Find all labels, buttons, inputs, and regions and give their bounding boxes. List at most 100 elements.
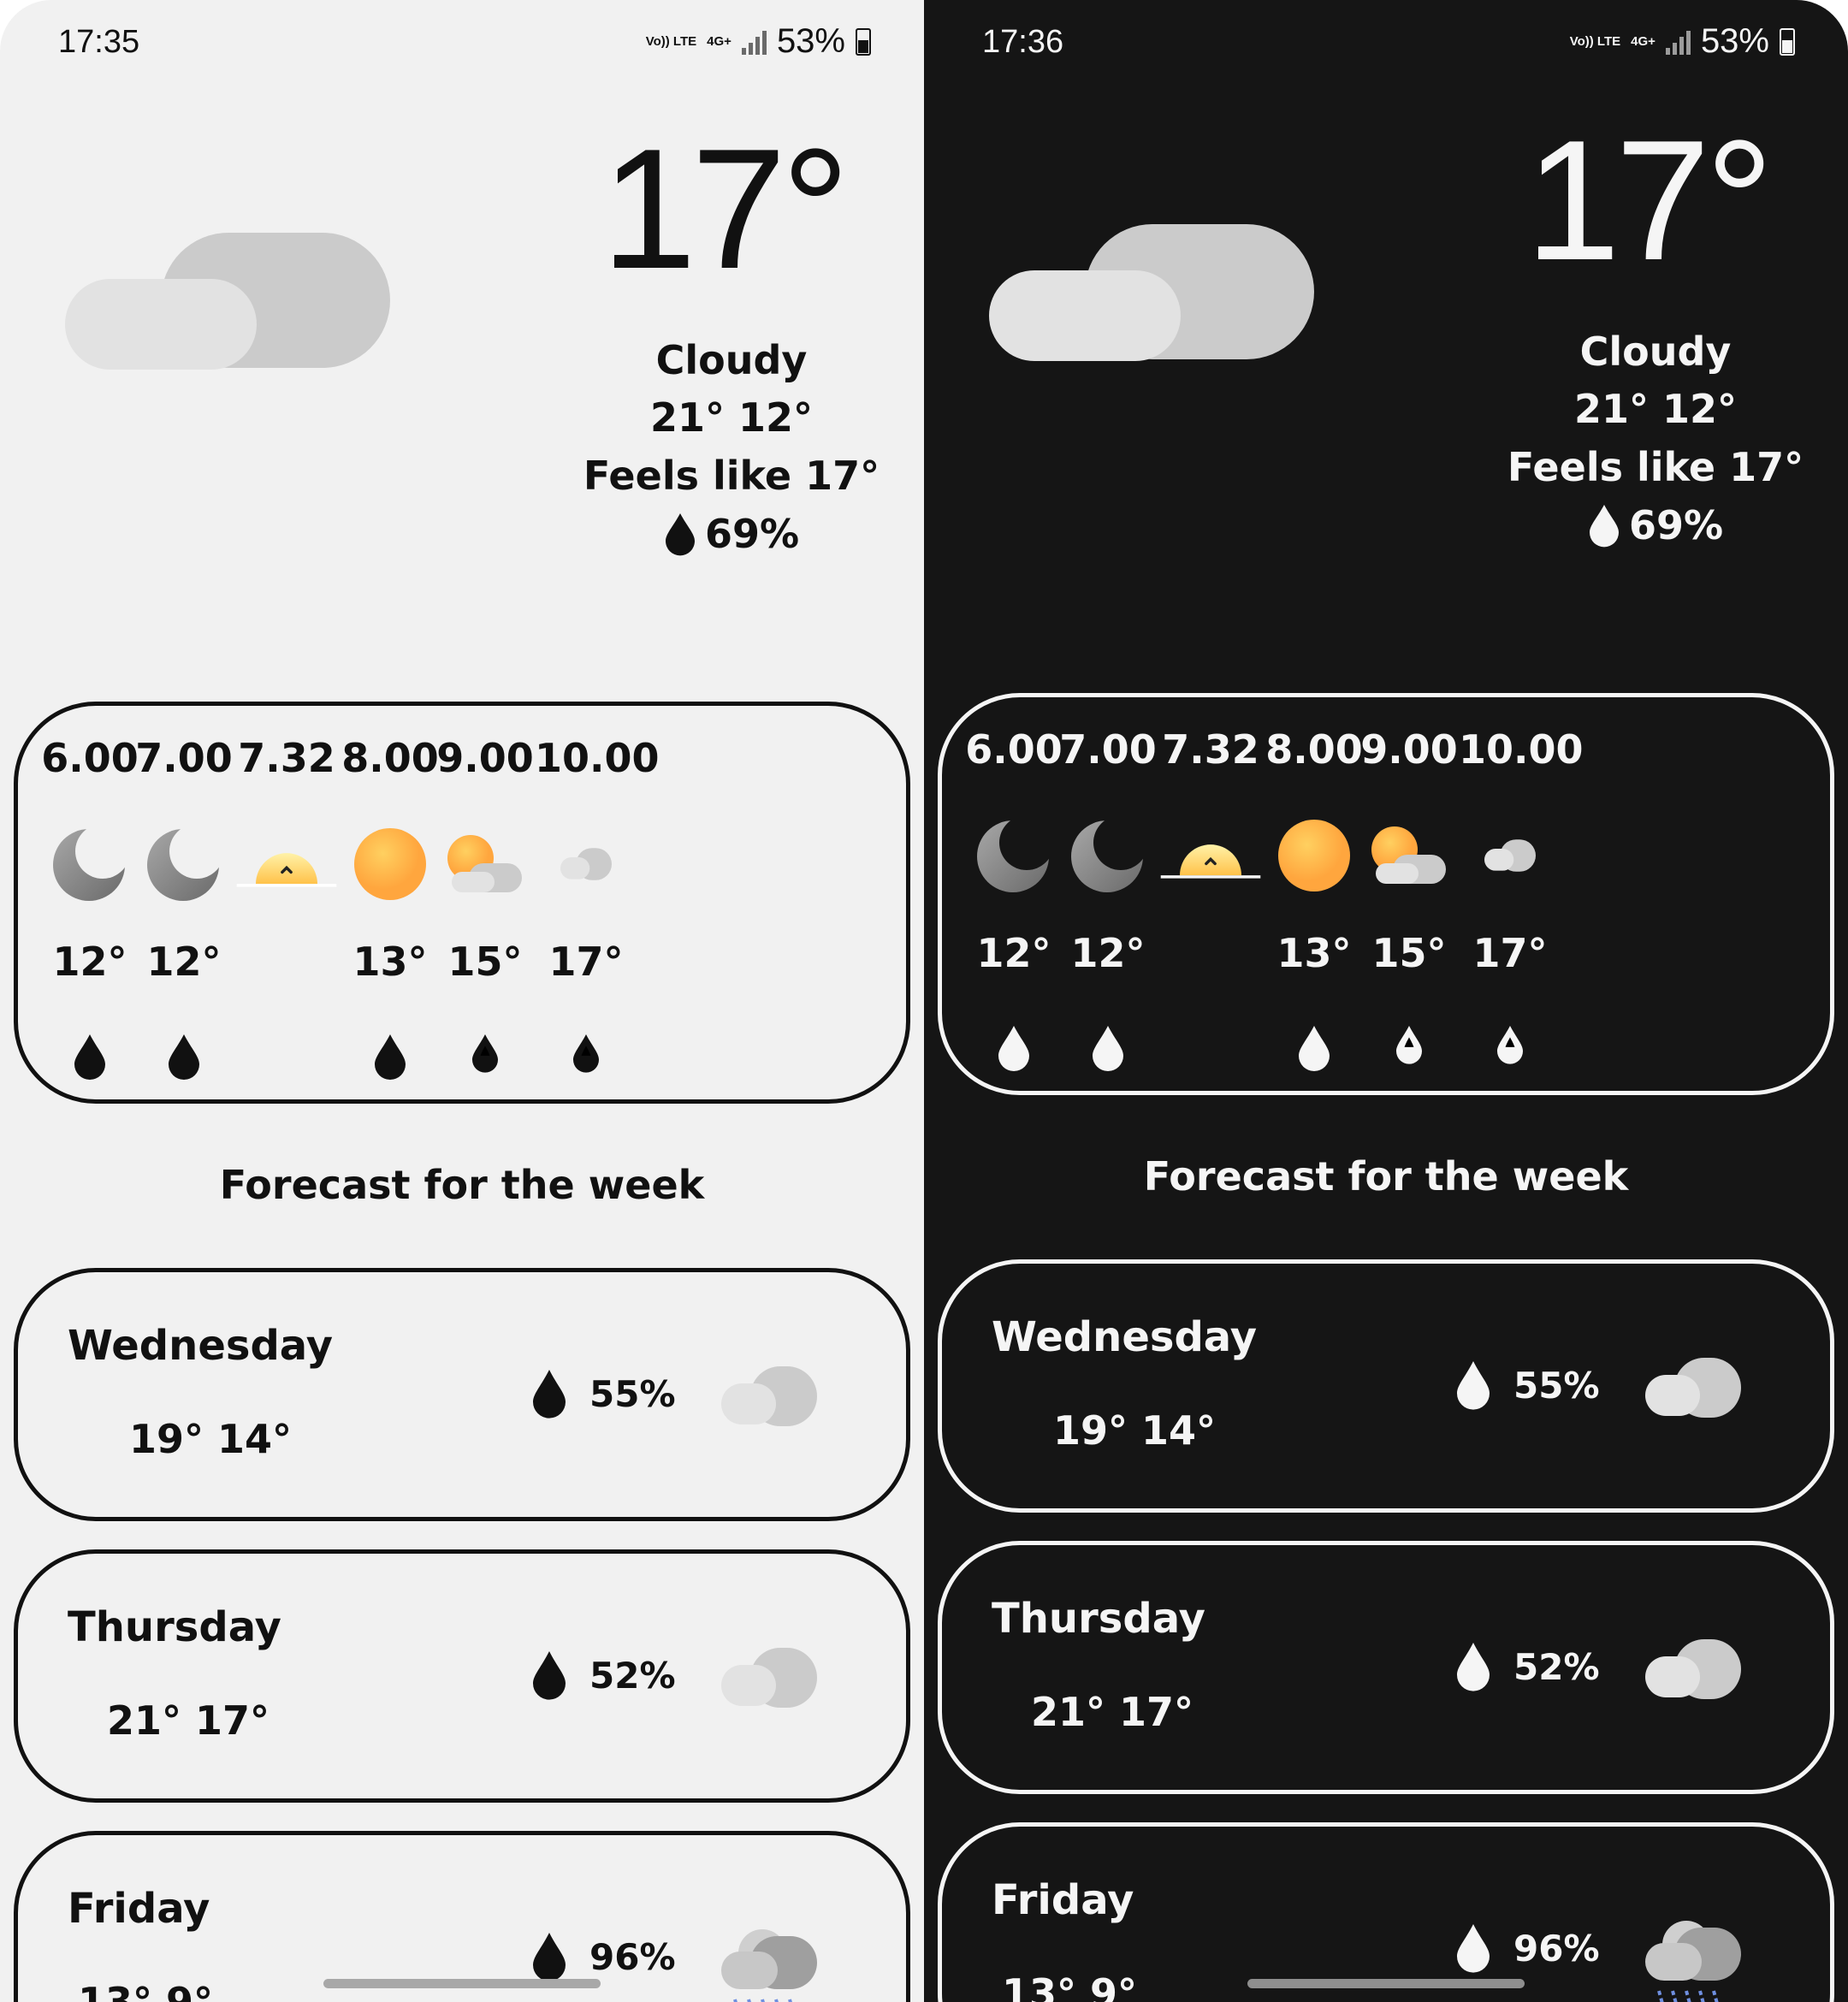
sunrise-icon — [1159, 813, 1262, 898]
hour-column: 9.00 15° — [434, 706, 536, 1099]
day-precipitation: 55% — [1455, 1359, 1600, 1411]
humidity: 69% — [1480, 496, 1831, 554]
hour-column: 6.00 12° — [38, 706, 141, 1099]
hour-time: 9.00 — [436, 735, 534, 781]
hour-column: 7.00 12° — [133, 706, 235, 1099]
day-precipitation: 52% — [1455, 1641, 1600, 1692]
droplet-icon — [1459, 1024, 1561, 1065]
day-name: Wednesday — [992, 1313, 1258, 1361]
day-card-thursday[interactable]: Thursday 21° 17° 52% — [14, 1549, 910, 1803]
status-bar-icons: Vo)) LTE 4G+ 53% — [646, 22, 871, 61]
current-high-low: 21° 12° — [1573, 386, 1738, 432]
hourly-forecast[interactable]: 6.00 12° 7.00 12° 7.32 8.00 13° 9.00 15°… — [938, 693, 1834, 1095]
day-temp-range: 21° 17° — [107, 1697, 270, 1744]
hour-column: 7.32 — [1159, 697, 1262, 1091]
status-time: 17:35 — [58, 24, 140, 60]
day-temp-range: 19° 14° — [129, 1416, 293, 1462]
partly-cloudy-icon — [434, 821, 536, 907]
hour-time: 10.00 — [535, 735, 660, 781]
battery-percent: 53% — [776, 22, 845, 60]
day-card-friday[interactable]: Friday 13° 9° 96% — [938, 1822, 1834, 2002]
network-4g-icon: 4G+ — [707, 33, 732, 49]
home-indicator[interactable] — [1247, 1979, 1525, 1988]
hour-temperature: 12° — [52, 939, 127, 985]
droplet-icon — [1263, 1024, 1365, 1072]
week-forecast-title: Forecast for the week — [1143, 1153, 1629, 1199]
droplet-icon — [1455, 1641, 1491, 1692]
day-precipitation: 96% — [531, 1931, 676, 1982]
cloudy-icon — [1645, 1358, 1741, 1418]
battery-icon — [1780, 27, 1795, 56]
day-temp-range: 13° 9° — [78, 1979, 214, 2002]
droplet-icon — [531, 1368, 567, 1419]
moon-icon — [38, 821, 141, 907]
day-temp-range: 21° 17° — [1031, 1689, 1194, 1735]
current-weather: 17° Cloudy 21° 12° Feels like 17° 69% — [556, 124, 907, 563]
hour-temperature: 15° — [447, 939, 523, 985]
day-name: Wednesday — [68, 1322, 334, 1370]
cloudy-icon — [721, 1366, 817, 1426]
cloudy-icon — [989, 224, 1314, 363]
hour-time: 7.32 — [1162, 726, 1259, 773]
hour-time: 6.00 — [41, 735, 139, 781]
status-time: 17:36 — [982, 24, 1064, 60]
rain-icon — [1645, 1921, 1741, 2002]
hour-column: 9.00 15° — [1358, 697, 1460, 1091]
day-name: Friday — [68, 1885, 210, 1933]
hour-temperature: 17° — [1472, 930, 1548, 976]
volte-icon: Vo)) LTE — [645, 33, 697, 49]
scroll-edge-fragment — [942, 737, 944, 757]
scroll-edge-fragment — [18, 745, 20, 766]
hour-time: 8.00 — [341, 735, 439, 781]
hour-column: 6.00 12° — [962, 697, 1065, 1091]
droplet-icon — [1358, 1024, 1460, 1065]
hour-column: 10.00 17° — [535, 706, 660, 1099]
feels-like: Feels like 17° — [583, 453, 880, 499]
hour-time: 8.00 — [1265, 726, 1363, 773]
hour-temperature: 12° — [976, 930, 1051, 976]
hourly-forecast[interactable]: 6.00 12° 7.00 12° 7.32 8.00 13° 9.00 15°… — [14, 702, 910, 1104]
moon-icon — [962, 813, 1065, 898]
hour-time: 6.00 — [965, 726, 1063, 773]
hour-temperature: 13° — [352, 939, 428, 985]
hour-column: 7.32 — [235, 706, 338, 1099]
battery-icon — [856, 27, 871, 56]
droplet-icon — [1455, 1359, 1491, 1411]
day-card-wednesday[interactable]: Wednesday 19° 14° 55% — [14, 1268, 910, 1521]
droplet-icon — [1057, 1024, 1159, 1072]
day-card-thursday[interactable]: Thursday 21° 17° 52% — [938, 1541, 1834, 1794]
droplet-icon — [133, 1033, 235, 1081]
day-card-wednesday[interactable]: Wednesday 19° 14° 55% — [938, 1259, 1834, 1513]
current-high-low: 21° 12° — [649, 394, 814, 441]
sunrise-icon — [235, 821, 338, 907]
hour-column: 10.00 17° — [1459, 697, 1584, 1091]
signal-icon — [1665, 29, 1691, 55]
battery-percent: 53% — [1700, 22, 1769, 60]
droplet-icon — [962, 1024, 1065, 1072]
cloudy-icon — [65, 233, 390, 371]
current-weather: 17° Cloudy 21° 12° Feels like 17° 69% — [1480, 116, 1831, 554]
hour-time: 10.00 — [1459, 726, 1584, 773]
droplet-icon — [1455, 1922, 1491, 1974]
day-card-friday[interactable]: Friday 13° 9° 96% — [14, 1831, 910, 2002]
week-forecast-title: Forecast for the week — [219, 1162, 705, 1208]
day-name: Thursday — [68, 1603, 281, 1651]
current-condition: Cloudy — [655, 337, 808, 383]
day-precipitation: 55% — [531, 1368, 676, 1419]
droplet-icon — [38, 1033, 141, 1081]
droplet-icon — [531, 1650, 567, 1701]
hour-temperature: 17° — [548, 939, 624, 985]
partly-cloudy-icon — [1358, 813, 1460, 898]
network-4g-icon: 4G+ — [1631, 33, 1656, 49]
cloud-icon — [1459, 813, 1561, 898]
day-name: Thursday — [992, 1595, 1205, 1643]
hour-time: 7.00 — [1059, 726, 1157, 773]
droplet-icon — [535, 1033, 637, 1074]
dark-theme-screen: 17:36 Vo)) LTE 4G+ 53% 17° Cloudy 21° 12… — [924, 0, 1848, 2002]
day-precipitation: 52% — [531, 1650, 676, 1701]
moon-icon — [1057, 813, 1159, 898]
current-condition: Cloudy — [1579, 329, 1732, 375]
hour-temperature: 12° — [146, 939, 222, 985]
home-indicator[interactable] — [323, 1979, 601, 1988]
status-bar-icons: Vo)) LTE 4G+ 53% — [1570, 22, 1795, 61]
